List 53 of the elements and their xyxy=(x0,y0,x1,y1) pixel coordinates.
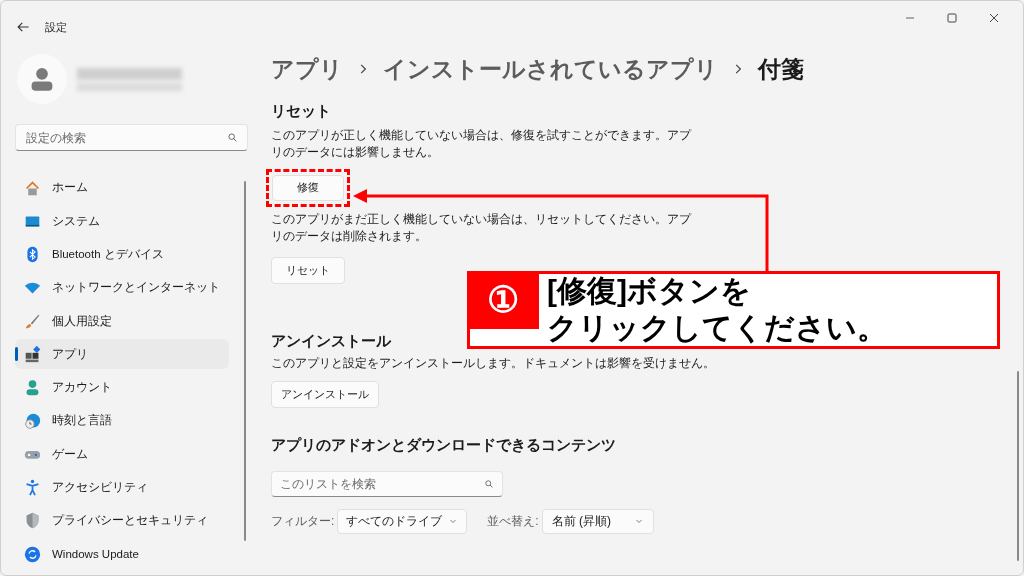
section-heading: アプリのアドオンとダウンロードできるコンテンツ xyxy=(271,435,616,455)
description-text: このアプリがまだ正しく機能していない場合は、リセットしてください。アプリのデータは削除されます。 xyxy=(271,210,693,245)
callout-text: [修復]ボタンを クリックしてください。 xyxy=(547,273,887,346)
bluetooth-icon xyxy=(24,246,41,264)
maximize-button[interactable] xyxy=(947,12,959,24)
nav-item[interactable]: 個人用設定 xyxy=(15,306,229,337)
nav-item[interactable]: ネットワークとインターネット xyxy=(15,272,229,303)
maximize-icon xyxy=(947,13,957,23)
globe-clock-icon xyxy=(24,412,41,430)
description-text: このアプリと設定をアンインストールします。ドキュメントは影響を受けません。 xyxy=(271,355,715,372)
step-number: ① xyxy=(467,271,539,329)
sort-label: 並べ替え: xyxy=(487,513,539,530)
description-text: このアプリが正しく機能していない場合は、修復を試すことができます。アプリのデータには影響しません。 xyxy=(271,126,693,161)
nav-item[interactable]: Bluetooth とデバイス xyxy=(15,239,229,270)
home-icon xyxy=(24,179,41,197)
nav-item[interactable]: アクセシビリティ xyxy=(15,472,229,503)
addon-search-field[interactable]: このリストを検索 xyxy=(271,470,503,497)
sort-dropdown[interactable]: 名前 (昇順) xyxy=(541,508,654,534)
section-heading: アンインストール xyxy=(271,330,391,351)
nav-item[interactable]: Windows Update xyxy=(15,539,229,570)
close-button[interactable] xyxy=(989,12,1001,24)
brush-icon xyxy=(24,312,41,330)
search-icon xyxy=(484,478,494,489)
selection-indicator xyxy=(15,347,18,362)
nav-item[interactable]: プライバシーとセキュリティ xyxy=(15,505,229,536)
person-icon xyxy=(24,379,41,397)
sync-icon xyxy=(24,545,41,563)
nav-item[interactable]: 時刻と言語 xyxy=(15,406,229,437)
search-field[interactable]: 設定の検索 xyxy=(15,124,248,151)
scrollbar[interactable] xyxy=(1017,371,1019,561)
filter-dropdown[interactable]: すべてのドライブ xyxy=(337,508,468,534)
shield-icon xyxy=(24,512,41,530)
breadcrumb-item[interactable]: アプリ xyxy=(271,51,343,87)
filter-label: フィルター: xyxy=(271,513,335,530)
reset-button[interactable]: リセット xyxy=(271,256,345,284)
window-title: 設定 xyxy=(45,19,67,35)
apps-icon xyxy=(24,346,41,363)
close-icon xyxy=(989,13,999,23)
nav-item[interactable]: ホーム xyxy=(15,173,229,203)
accessibility-icon xyxy=(24,479,41,497)
person-silhouette-icon xyxy=(29,66,55,92)
nav-item[interactable]: アカウント xyxy=(15,372,229,403)
breadcrumb-item[interactable]: インストールされているアプリ xyxy=(383,51,718,87)
nav-item[interactable]: アプリ xyxy=(15,339,229,370)
back-arrow-icon xyxy=(16,20,30,34)
section-heading: リセット xyxy=(271,101,331,121)
nav-item[interactable]: ゲーム xyxy=(15,439,229,470)
breadcrumb-item: 付箋 xyxy=(758,54,804,84)
search-icon xyxy=(227,132,238,143)
nav-item[interactable]: システム xyxy=(15,206,229,237)
uninstall-button[interactable]: アンインストール xyxy=(271,381,379,408)
scrollbar[interactable] xyxy=(244,181,246,541)
repair-button[interactable]: 修復 xyxy=(272,174,344,201)
